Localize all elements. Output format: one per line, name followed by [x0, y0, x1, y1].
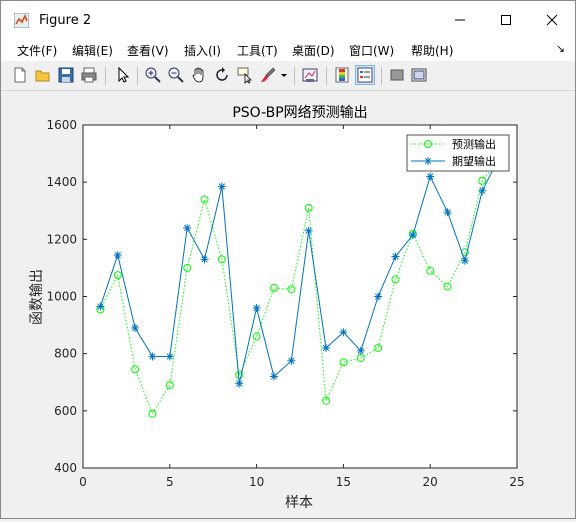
hide-plot-tools-icon[interactable] — [388, 66, 406, 84]
toolbar-separator — [294, 67, 295, 85]
expected-output-point — [391, 252, 400, 261]
expected-output-point — [287, 356, 296, 365]
window-title: Figure 2 — [39, 13, 92, 28]
toolbar-separator — [137, 67, 138, 85]
open-file-icon[interactable] — [34, 66, 52, 84]
close-icon — [546, 14, 558, 26]
y-tick-label: 1200 — [46, 232, 77, 246]
expected-output-point — [131, 323, 140, 332]
figure-toolbar — [1, 61, 575, 91]
title-bar[interactable]: Figure 2 — [1, 1, 575, 39]
toolbar-separator — [381, 67, 382, 85]
colorbar-icon[interactable] — [333, 66, 351, 84]
menu-help[interactable]: 帮助(H) — [411, 42, 453, 59]
y-axis-label: 函数输出 — [29, 269, 45, 325]
y-tick-label: 1000 — [46, 290, 77, 304]
expected-output-point — [374, 292, 383, 301]
y-tick-label: 600 — [54, 404, 77, 418]
expected-output-point — [426, 172, 435, 181]
print-icon[interactable] — [80, 66, 98, 84]
plot-canvas[interactable]: PSO-BP网络预测输出 400 600 800 1000 1200 1400 1600 0… — [1, 91, 575, 518]
matlab-icon — [14, 13, 29, 28]
minimize-icon — [455, 19, 465, 21]
brush-icon[interactable] — [259, 66, 277, 84]
x-axis-label: 样本 — [285, 495, 313, 511]
y-tick-label: 400 — [54, 461, 77, 475]
show-plot-tools-icon[interactable] — [410, 66, 428, 84]
y-tick-label: 1600 — [46, 118, 77, 132]
legend[interactable]: 预测输出 期望输出 — [406, 134, 510, 172]
expected-output-point — [478, 186, 487, 195]
expected-output-point — [252, 303, 261, 312]
x-tick-label: 10 — [249, 475, 264, 489]
figure-canvas: PSO-BP网络预测输出 400 600 800 1000 1200 1400 1600 0… — [1, 91, 575, 518]
figure-window: Figure 2 文件(F) 编辑(E) 查看(V) 插入(I) 工具(T) 桌… — [0, 0, 576, 519]
expected-output-point — [165, 352, 174, 361]
close-button[interactable] — [529, 1, 575, 39]
expected-output-point — [322, 343, 331, 352]
legend-marker-expected — [424, 157, 432, 165]
menu-insert[interactable]: 插入(I) — [184, 42, 221, 59]
link-plot-icon[interactable] — [301, 66, 319, 84]
expected-output-point — [304, 226, 313, 235]
toolbar-separator — [105, 67, 106, 85]
pointer-icon[interactable] — [114, 66, 132, 84]
y-tick-label: 1400 — [46, 175, 77, 189]
x-tick-label: 5 — [166, 475, 174, 489]
save-icon[interactable] — [57, 66, 75, 84]
zoom-out-icon[interactable] — [167, 66, 185, 84]
expected-output-point — [443, 208, 452, 217]
pan-hand-icon[interactable] — [190, 66, 208, 84]
menu-tools[interactable]: 工具(T) — [237, 42, 278, 59]
menu-edit[interactable]: 编辑(E) — [72, 42, 113, 59]
minimize-button[interactable] — [437, 1, 483, 39]
x-tick-label: 25 — [509, 475, 524, 489]
expected-output-point — [460, 256, 469, 265]
expected-output-point — [408, 231, 417, 240]
chart-title: PSO-BP网络预测输出 — [232, 105, 367, 121]
expected-output-point — [356, 346, 365, 355]
menu-bar: 文件(F) 编辑(E) 查看(V) 插入(I) 工具(T) 桌面(D) 窗口(W… — [1, 39, 575, 61]
zoom-in-icon[interactable] — [144, 66, 162, 84]
expected-output-point — [148, 352, 157, 361]
menu-overflow-arrow[interactable]: ↘ — [556, 42, 565, 55]
brush-dropdown-icon[interactable] — [279, 66, 289, 84]
toolbar-separator — [326, 67, 327, 85]
legend-label-expected: 期望输出 — [452, 154, 496, 168]
expected-output-point — [96, 302, 105, 311]
expected-output-point — [269, 372, 278, 381]
maximize-button[interactable] — [483, 1, 529, 39]
maximize-icon — [501, 15, 511, 25]
menu-file[interactable]: 文件(F) — [17, 42, 57, 59]
x-tick-label: 15 — [336, 475, 351, 489]
x-tick-label: 20 — [423, 475, 438, 489]
expected-output-point — [339, 328, 348, 337]
y-tick-label: 800 — [54, 347, 77, 361]
x-tick-label: 0 — [79, 475, 87, 489]
legend-label-predicted: 预测输出 — [452, 137, 496, 151]
menu-window[interactable]: 窗口(W) — [349, 42, 394, 59]
legend-icon[interactable] — [355, 65, 375, 85]
menu-desktop[interactable]: 桌面(D) — [292, 42, 335, 59]
data-cursor-icon[interactable] — [236, 66, 254, 84]
new-figure-icon[interactable] — [11, 66, 29, 84]
rotate-icon[interactable] — [213, 66, 231, 84]
menu-view[interactable]: 查看(V) — [127, 42, 169, 59]
